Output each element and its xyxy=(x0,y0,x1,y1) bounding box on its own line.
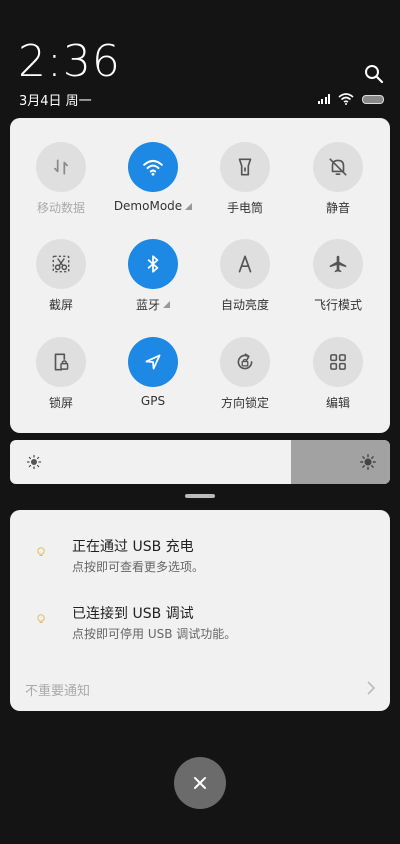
notification-card: 正在通过 USB 充电 点按即可查看更多选项。 已连接到 USB 调试 点按即可… xyxy=(10,510,390,711)
brightness-high-icon xyxy=(360,454,376,470)
grid-icon xyxy=(330,354,346,370)
notification-subtitle: 点按即可停用 USB 调试功能。 xyxy=(72,627,237,641)
tile-label: GPS xyxy=(108,394,198,408)
signal-icon xyxy=(317,94,330,104)
tile-label: 移动数据 xyxy=(16,199,106,216)
tile-wifi-button[interactable] xyxy=(128,142,178,192)
tile-rotation-lock-button[interactable] xyxy=(220,337,270,387)
tile-label: 截屏 xyxy=(16,296,106,313)
panel-drag-handle[interactable] xyxy=(185,494,215,498)
lock-screen-icon xyxy=(54,353,69,371)
notification-subtitle: 点按即可查看更多选项。 xyxy=(72,560,205,574)
auto-brightness-icon xyxy=(238,255,252,273)
airplane-icon xyxy=(329,255,347,273)
scissors-icon xyxy=(52,255,70,273)
location-arrow-icon xyxy=(145,354,161,370)
tile-label: 飞行模式 xyxy=(293,296,383,313)
battery-icon xyxy=(362,94,384,104)
tile-label: DemoMode xyxy=(108,199,198,213)
tile-bluetooth-button[interactable] xyxy=(128,239,178,289)
flashlight-icon xyxy=(238,158,252,176)
tile-label-text: 编辑 xyxy=(325,396,350,410)
wifi-icon xyxy=(143,159,163,176)
close-icon xyxy=(194,777,206,789)
tile-label-text: 方向锁定 xyxy=(220,396,269,410)
chevron-right-icon[interactable] xyxy=(366,680,376,696)
tile-label-text: 截屏 xyxy=(48,298,73,312)
tile-flashlight[interactable]: 手电筒 xyxy=(200,142,290,216)
notification-title: 正在通过 USB 充电 xyxy=(72,539,194,555)
tile-wifi[interactable]: DemoMode xyxy=(108,142,198,213)
tile-label-text: 移动数据 xyxy=(36,201,85,215)
tile-label: 蓝牙 xyxy=(108,296,198,313)
tile-label: 方向锁定 xyxy=(200,394,290,411)
clock: 2:36 xyxy=(18,36,121,87)
expand-arrow-icon[interactable] xyxy=(185,202,193,210)
unimportant-notifications-link[interactable]: 不重要通知 xyxy=(25,680,90,699)
tile-label-text: GPS xyxy=(140,394,166,408)
tile-label: 静音 xyxy=(293,199,383,216)
tile-auto-brightness[interactable]: 自动亮度 xyxy=(200,239,290,313)
lightbulb-icon xyxy=(37,547,45,556)
tile-label-text: DemoMode xyxy=(113,199,183,213)
tile-screenshot-button[interactable] xyxy=(36,239,86,289)
tile-airplane[interactable]: 飞行模式 xyxy=(293,239,383,313)
expand-arrow-icon[interactable] xyxy=(163,301,170,308)
tile-label-text: 蓝牙 xyxy=(135,298,160,312)
tile-label-text: 锁屏 xyxy=(48,396,73,410)
tile-label-text: 飞行模式 xyxy=(313,298,362,312)
tile-mute-button[interactable] xyxy=(313,142,363,192)
tile-label: 自动亮度 xyxy=(200,296,290,313)
rotation-lock-icon xyxy=(237,353,253,370)
tile-screenshot[interactable]: 截屏 xyxy=(16,239,106,313)
tile-bluetooth[interactable]: 蓝牙 xyxy=(108,239,198,313)
tile-edit[interactable]: 编辑 xyxy=(293,337,383,411)
tile-mute[interactable]: 静音 xyxy=(293,142,383,216)
search-button[interactable] xyxy=(362,62,386,86)
notification-title: 已连接到 USB 调试 xyxy=(72,606,194,622)
tile-mobile-data[interactable]: 移动数据 xyxy=(16,142,106,216)
tile-lock-screen-button[interactable] xyxy=(36,337,86,387)
tile-flashlight-button[interactable] xyxy=(220,142,270,192)
tile-lock-screen[interactable]: 锁屏 xyxy=(16,337,106,411)
tile-mobile-data-button[interactable] xyxy=(36,142,86,192)
wifi-status-icon xyxy=(338,93,354,105)
date: 3月4日 周一 xyxy=(19,94,92,109)
bluetooth-icon xyxy=(147,255,159,273)
brightness-low-icon xyxy=(26,454,42,470)
status-icons xyxy=(317,92,384,106)
tile-label-text: 自动亮度 xyxy=(220,298,269,312)
tile-auto-brightness-button[interactable] xyxy=(220,239,270,289)
tile-rotation-lock[interactable]: 方向锁定 xyxy=(200,337,290,411)
lightbulb-icon xyxy=(37,614,45,623)
search-icon xyxy=(365,65,384,84)
control-center: 移动数据 DemoMode 手电筒 静音截屏 蓝牙 自动亮度 飞行模式锁屏 GPS 方向锁定 编辑 xyxy=(10,118,390,433)
tile-label: 锁屏 xyxy=(16,394,106,411)
tile-label: 编辑 xyxy=(293,394,383,411)
brightness-slider[interactable] xyxy=(10,440,390,484)
tile-label-text: 静音 xyxy=(325,201,350,215)
close-button[interactable] xyxy=(174,757,226,809)
tile-edit-button[interactable] xyxy=(313,337,363,387)
tile-gps-button[interactable] xyxy=(128,337,178,387)
tile-label: 手电筒 xyxy=(200,199,290,216)
tile-airplane-button[interactable] xyxy=(313,239,363,289)
mobile-data-icon xyxy=(54,159,68,175)
tile-label-text: 手电筒 xyxy=(226,201,263,215)
tile-gps[interactable]: GPS xyxy=(108,337,198,408)
bell-off-icon xyxy=(329,158,347,176)
